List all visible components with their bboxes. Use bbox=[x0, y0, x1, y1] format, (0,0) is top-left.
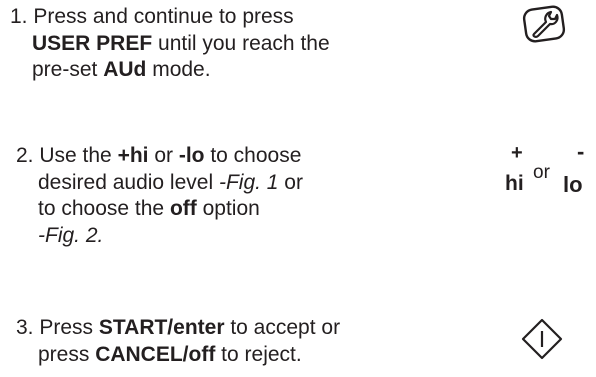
step-3-text: to accept or bbox=[224, 316, 341, 339]
step-1-line-2: USER PREF until you reach the bbox=[10, 31, 330, 58]
lo-text: lo bbox=[563, 172, 583, 197]
step-2-line-3: to choose the off option bbox=[16, 196, 303, 223]
hi-lo-buttons-icon: + - hi or lo bbox=[505, 139, 596, 202]
step-2-text: 2. Use the bbox=[16, 144, 118, 167]
step-1-text: mode. bbox=[146, 58, 211, 81]
step-1-text: 1. Press and continue to press bbox=[10, 5, 294, 28]
step-2-text: option bbox=[196, 197, 260, 220]
fig-1-ref: -Fig. 1 bbox=[218, 170, 279, 194]
wrench-icon bbox=[522, 5, 566, 43]
step-2-text: to choose the bbox=[38, 197, 170, 220]
step-1: 1. Press and continue to press USER PREF… bbox=[10, 4, 330, 84]
step-2-line-2: desired audio level -Fig. 1 or bbox=[16, 170, 303, 197]
step-2-line-4: -Fig. 2. bbox=[16, 223, 303, 250]
or-text: or bbox=[533, 162, 550, 183]
cancel-off-label: CANCEL/off bbox=[95, 342, 216, 366]
step-3: 3. Press START/enter to accept or press … bbox=[16, 315, 340, 368]
lo-label: -lo bbox=[178, 144, 205, 167]
step-3-text: press bbox=[38, 342, 96, 366]
step-3-text: to reject. bbox=[215, 342, 302, 366]
step-1-text: pre-set bbox=[32, 58, 104, 81]
step-2-text: to choose bbox=[204, 144, 302, 167]
off-label: off bbox=[169, 197, 197, 220]
step-1-line-3: pre-set AUd mode. bbox=[10, 57, 330, 84]
step-3-line-2: press CANCEL/off to reject. bbox=[16, 342, 340, 369]
step-2: 2. Use the +hi or -lo to choose desired … bbox=[16, 143, 303, 249]
user-pref-label: USER PREF bbox=[32, 31, 153, 55]
hi-label: +hi bbox=[117, 144, 149, 167]
step-2-text: desired audio level bbox=[38, 170, 219, 194]
step-2-text: or bbox=[278, 170, 303, 194]
hi-text: hi bbox=[505, 172, 524, 195]
step-1-line-1: 1. Press and continue to press bbox=[10, 4, 330, 31]
minus-sign: - bbox=[577, 139, 585, 164]
start-enter-label: START/enter bbox=[98, 316, 225, 339]
step-3-text: 3. Press bbox=[16, 316, 99, 339]
aud-mode-label: AUd bbox=[103, 58, 147, 81]
plus-sign: + bbox=[511, 142, 523, 164]
start-button-icon bbox=[521, 318, 563, 360]
step-2-text: or bbox=[148, 144, 179, 167]
step-2-line-1: 2. Use the +hi or -lo to choose bbox=[16, 143, 303, 170]
step-1-text: until you reach the bbox=[152, 31, 330, 55]
fig-2-ref: -Fig. 2. bbox=[38, 223, 104, 247]
step-3-line-1: 3. Press START/enter to accept or bbox=[16, 315, 340, 342]
